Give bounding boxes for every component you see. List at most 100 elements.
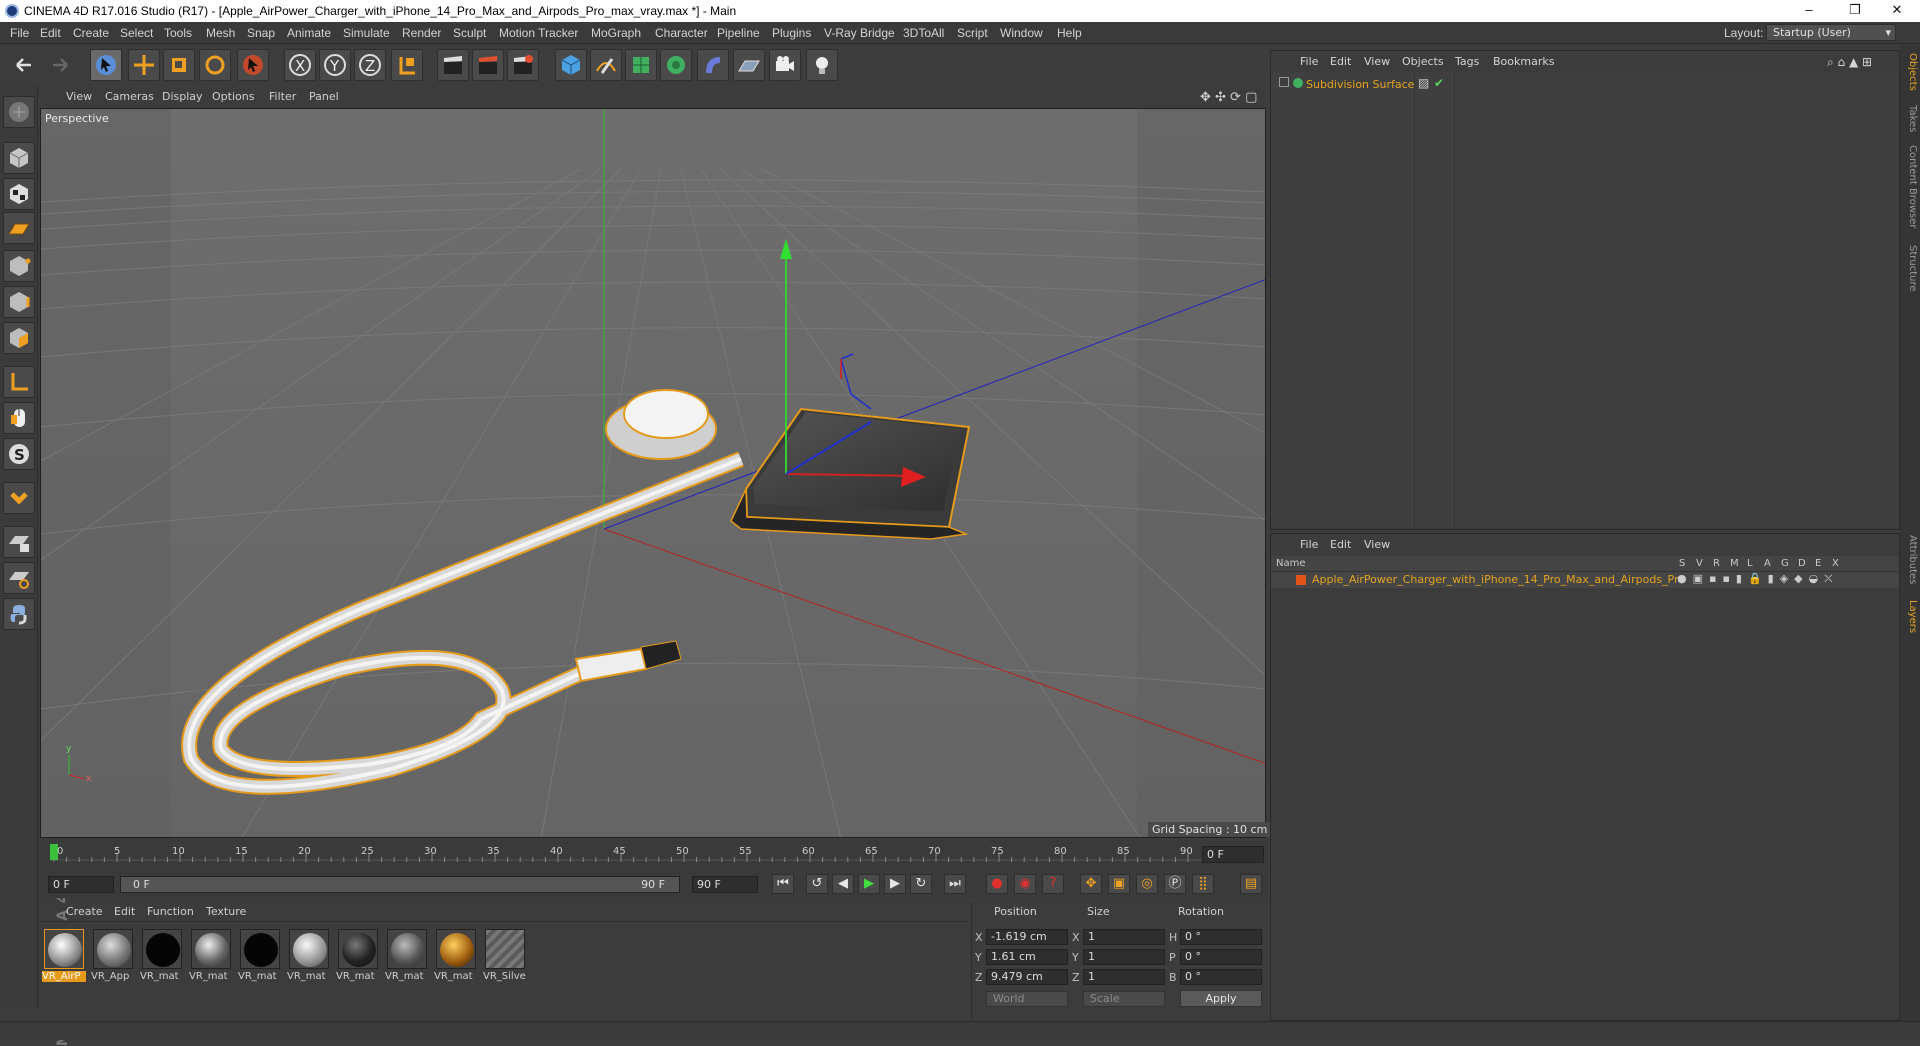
record-button[interactable]: ● xyxy=(986,874,1008,894)
close-button[interactable]: ✕ xyxy=(1874,0,1920,22)
object-menu-edit[interactable]: Edit xyxy=(1330,55,1351,68)
object-toolbar-icons[interactable]: ⌕ ⌂ ▲ ⊞ xyxy=(1827,55,1872,70)
model-mode-button[interactable] xyxy=(3,142,35,174)
menu-create[interactable]: Create xyxy=(73,26,109,40)
tab-attributes[interactable]: Attributes xyxy=(1902,535,1918,584)
autokey-button[interactable]: ◉ xyxy=(1014,874,1036,894)
viewport-scene[interactable]: y x xyxy=(41,109,1266,838)
tab-layers[interactable]: Layers xyxy=(1902,600,1918,633)
coordinate-system-button[interactable] xyxy=(391,49,423,81)
tab-objects[interactable]: Objects xyxy=(1902,53,1918,91)
redo-button[interactable] xyxy=(44,49,76,81)
menu-motion-tracker[interactable]: Motion Tracker xyxy=(499,26,578,40)
position-y-field[interactable]: 1.61 cm xyxy=(986,949,1068,965)
next-key-button[interactable]: ↻ xyxy=(910,874,932,894)
object-menu-tags[interactable]: Tags xyxy=(1455,55,1479,68)
material-swatch[interactable]: VR_mat xyxy=(140,927,184,983)
object-menu-bookmarks[interactable]: Bookmarks xyxy=(1493,55,1554,68)
perspective-viewport[interactable]: y x xyxy=(40,108,1266,838)
material-swatch[interactable]: VR_mat xyxy=(189,927,233,983)
material-swatch[interactable]: VR_AirP xyxy=(42,927,86,983)
menu-simulate[interactable]: Simulate xyxy=(343,26,390,40)
maximize-button[interactable]: ❐ xyxy=(1832,0,1878,22)
end-frame-field[interactable]: 90 F xyxy=(692,876,758,893)
size-x-field[interactable]: 1 xyxy=(1083,929,1165,945)
rotate-button[interactable] xyxy=(199,49,231,81)
menu-snap[interactable]: Snap xyxy=(247,26,275,40)
material-swatch[interactable]: VR_mat xyxy=(238,927,282,983)
material-swatch[interactable]: VR_mat xyxy=(434,927,478,983)
menu-pipeline[interactable]: Pipeline xyxy=(717,26,760,40)
rotation-b-field[interactable]: 0 ° xyxy=(1180,969,1262,985)
material-swatch[interactable]: VR_mat xyxy=(385,927,429,983)
rotation-p-field[interactable]: 0 ° xyxy=(1180,949,1262,965)
viewport-nav-icons[interactable]: ✥ ✣ ⟳ ▢ xyxy=(1200,90,1257,105)
object-menu-file[interactable]: File xyxy=(1300,55,1318,68)
python-button[interactable] xyxy=(3,598,35,630)
checkmark-icon[interactable]: ✔ xyxy=(1434,76,1444,90)
key-rotation-button[interactable]: ◎ xyxy=(1136,874,1158,894)
menu-window[interactable]: Window xyxy=(1000,26,1043,40)
editor-visibility-icon[interactable]: ▨ xyxy=(1418,76,1429,90)
play-button[interactable]: ▶ xyxy=(858,874,880,894)
viewport-menu-display[interactable]: Display xyxy=(162,90,203,103)
z-axis-button[interactable]: Z xyxy=(354,49,386,81)
workplane-button[interactable] xyxy=(3,212,35,244)
minimize-button[interactable]: – xyxy=(1786,0,1832,22)
menu-character[interactable]: Character xyxy=(655,26,708,40)
x-axis-button[interactable]: X xyxy=(284,49,316,81)
menu-animate[interactable]: Animate xyxy=(287,26,331,40)
lock-workplane-button[interactable] xyxy=(3,526,35,558)
layer-flag-icons[interactable]: ●▣▪▪▮🔒▮◈◆◒⛌ xyxy=(1677,572,1838,586)
scale-button[interactable] xyxy=(163,49,195,81)
menu-tools[interactable]: Tools xyxy=(164,26,192,40)
make-editable-button[interactable] xyxy=(3,96,35,128)
material-menu-create[interactable]: Create xyxy=(66,905,103,918)
object-menu-objects[interactable]: Objects xyxy=(1402,55,1444,68)
live-selection-button[interactable] xyxy=(90,49,122,81)
axis-mode-button[interactable] xyxy=(3,366,35,398)
menu-3dtoall[interactable]: 3DToAll xyxy=(903,26,944,40)
layer-menu-file[interactable]: File xyxy=(1300,538,1318,551)
menu-sculpt[interactable]: Sculpt xyxy=(453,26,486,40)
next-frame-button[interactable]: ▶ xyxy=(884,874,906,894)
deformer-button[interactable] xyxy=(697,49,729,81)
previous-key-button[interactable]: ↺ xyxy=(806,874,828,894)
tweak-mode-button[interactable] xyxy=(3,402,35,434)
material-menu-texture[interactable]: Texture xyxy=(206,905,246,918)
menu-script[interactable]: Script xyxy=(957,26,988,40)
go-to-end-button[interactable]: ⏭ xyxy=(944,874,966,894)
light-button[interactable] xyxy=(806,49,838,81)
viewport-menu-view[interactable]: View xyxy=(66,90,92,103)
size-z-field[interactable]: 1 xyxy=(1083,969,1165,985)
menu-vray-bridge[interactable]: V-Ray Bridge xyxy=(824,26,895,40)
timeline-button[interactable]: ▤ xyxy=(1240,874,1262,894)
timeline-ruler[interactable]: 0 5 10 15 20 25 30 35 40 45 50 55 60 65 … xyxy=(40,840,1266,868)
size-y-field[interactable]: 1 xyxy=(1083,949,1165,965)
y-axis-button[interactable]: Y xyxy=(319,49,351,81)
apply-button[interactable]: Apply xyxy=(1180,990,1262,1007)
object-menu-view[interactable]: View xyxy=(1364,55,1390,68)
menu-render[interactable]: Render xyxy=(402,26,441,40)
layer-color-swatch[interactable] xyxy=(1296,575,1306,585)
layout-select[interactable]: Startup (User) ▾ xyxy=(1766,24,1896,41)
key-parameter-button[interactable]: Ⓟ xyxy=(1164,874,1186,894)
object-row-subdivision-surface[interactable]: Subdivision Surface xyxy=(1306,78,1414,91)
current-frame-field[interactable]: 0 F xyxy=(1202,846,1264,863)
menu-edit[interactable]: Edit xyxy=(40,26,61,40)
menu-mesh[interactable]: Mesh xyxy=(206,26,235,40)
layer-row[interactable]: Apple_AirPower_Charger_with_iPhone_14_Pr… xyxy=(1271,572,1899,588)
render-picture-viewer-button[interactable] xyxy=(472,49,504,81)
menu-select[interactable]: Select xyxy=(120,26,153,40)
points-mode-button[interactable] xyxy=(3,250,35,282)
pen-spline-button[interactable] xyxy=(590,49,622,81)
key-position-button[interactable]: ✥ xyxy=(1080,874,1102,894)
undo-button[interactable] xyxy=(8,49,40,81)
tab-structure[interactable]: Structure xyxy=(1902,245,1918,292)
cube-object-button[interactable] xyxy=(555,49,587,81)
tab-takes[interactable]: Takes xyxy=(1902,105,1918,132)
coordinate-mode-select[interactable]: World xyxy=(986,991,1068,1007)
viewport-menu-cameras[interactable]: Cameras xyxy=(105,90,154,103)
subdivision-surface-button[interactable] xyxy=(625,49,657,81)
keyframe-selection-button[interactable]: ? xyxy=(1042,874,1064,894)
